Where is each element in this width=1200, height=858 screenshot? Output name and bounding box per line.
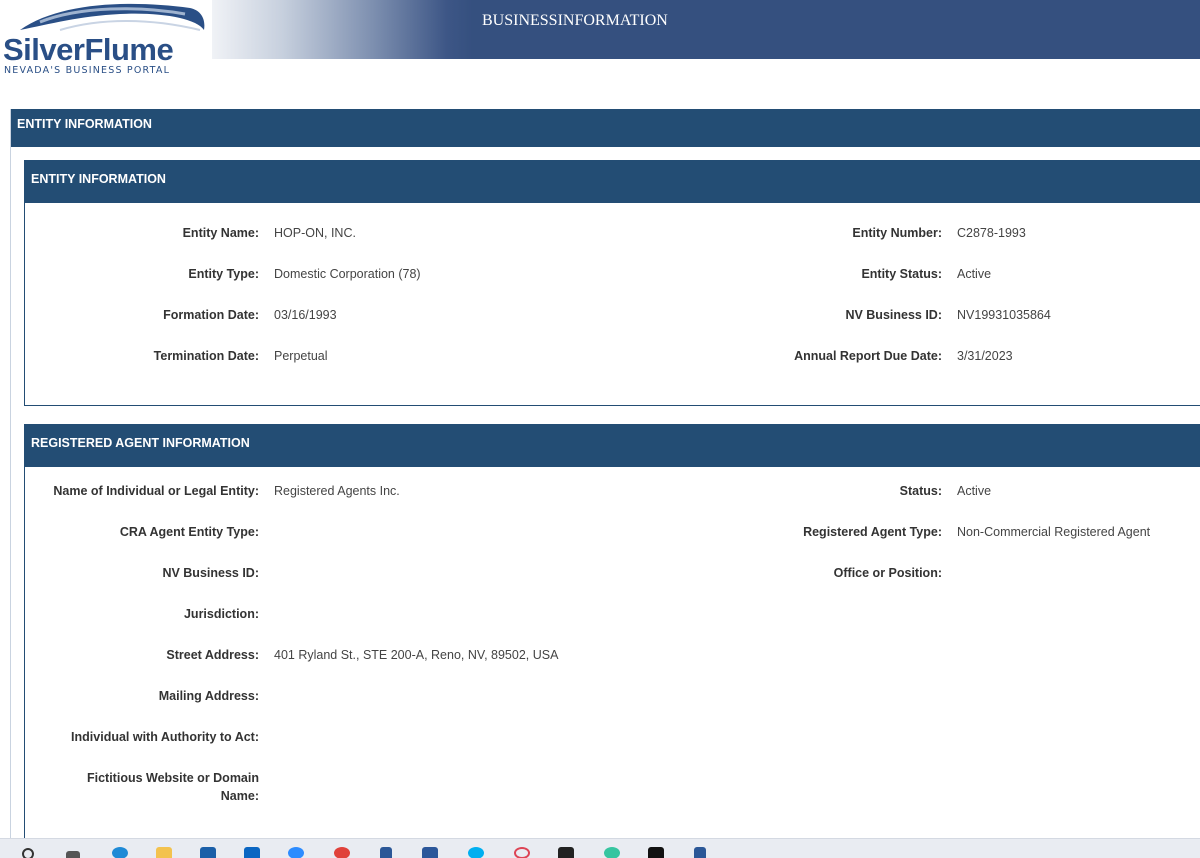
entity-status-label: Entity Status: bbox=[861, 267, 942, 281]
agent-name-value: Registered Agents Inc. bbox=[274, 484, 400, 498]
document-icon[interactable] bbox=[380, 847, 392, 858]
authority-to-act-label: Individual with Authority to Act: bbox=[71, 730, 259, 744]
street-address-value: 401 Ryland St., STE 200-A, Reno, NV, 895… bbox=[274, 648, 559, 662]
registered-agent-type-label: Registered Agent Type: bbox=[803, 525, 942, 539]
agent-status-value: Active bbox=[957, 484, 992, 498]
epic-icon[interactable] bbox=[648, 847, 664, 858]
website-domain-label-line1: Fictitious Website or Domain bbox=[86, 771, 259, 785]
registered-agent-type-value: Non-Commercial Registered Agent bbox=[957, 525, 1151, 539]
section-title: ENTITY INFORMATION bbox=[17, 117, 152, 131]
logo-subtitle: NEVADA'S BUSINESS PORTAL bbox=[4, 65, 171, 76]
mailing-address-label: Mailing Address: bbox=[158, 689, 259, 703]
panel-title: ENTITY INFORMATION bbox=[31, 172, 166, 186]
task-view-icon[interactable] bbox=[66, 851, 80, 858]
edge-icon[interactable] bbox=[112, 847, 128, 858]
page-header: SilverFlume NEVADA'S BUSINESS PORTAL BUS… bbox=[0, 0, 1200, 78]
slack-icon[interactable] bbox=[604, 847, 620, 858]
entity-name-value: HOP-ON, INC. bbox=[274, 226, 356, 240]
banner-title: BUSINESSINFORMATION bbox=[482, 12, 668, 29]
agent-status-label: Status: bbox=[899, 484, 942, 498]
entity-type-label: Entity Type: bbox=[188, 267, 259, 281]
registered-agent-panel: REGISTERED AGENT INFORMATION Name of Ind… bbox=[24, 424, 1200, 854]
street-address-label: Street Address: bbox=[166, 648, 259, 662]
panel-header: ENTITY INFORMATION bbox=[25, 161, 1200, 203]
chrome-icon[interactable] bbox=[334, 847, 350, 858]
entity-type-value: Domestic Corporation (78) bbox=[274, 267, 421, 281]
zoom-icon[interactable] bbox=[288, 847, 304, 858]
entity-status-value: Active bbox=[957, 267, 992, 281]
section-header: ENTITY INFORMATION bbox=[11, 109, 1200, 147]
panel-header: REGISTERED AGENT INFORMATION bbox=[25, 425, 1200, 467]
formation-date-value: 03/16/1993 bbox=[274, 308, 337, 322]
silverflume-logo[interactable]: SilverFlume NEVADA'S BUSINESS PORTAL bbox=[0, 0, 212, 78]
mail-icon[interactable] bbox=[200, 847, 216, 858]
header-banner: BUSINESSINFORMATION bbox=[212, 0, 1200, 59]
nv-business-id-value: NV19931035864 bbox=[957, 308, 1051, 322]
logo-title: SilverFlume bbox=[3, 32, 174, 67]
termination-date-value: Perpetual bbox=[274, 349, 328, 363]
windows-taskbar bbox=[0, 838, 1200, 858]
annual-report-due-label: Annual Report Due Date: bbox=[794, 349, 942, 363]
termination-date-label: Termination Date: bbox=[153, 349, 259, 363]
word-icon[interactable] bbox=[422, 847, 438, 858]
website-domain-label-line2: Name: bbox=[220, 789, 259, 803]
entity-number-label: Entity Number: bbox=[852, 226, 942, 240]
entity-name-label: Entity Name: bbox=[182, 226, 259, 240]
jurisdiction-label: Jurisdiction: bbox=[183, 607, 259, 621]
entity-information-panel: ENTITY INFORMATION Entity Name: HOP-ON, … bbox=[24, 160, 1200, 406]
panel-title: REGISTERED AGENT INFORMATION bbox=[31, 436, 250, 450]
search-icon[interactable] bbox=[22, 848, 34, 858]
document-icon[interactable] bbox=[694, 847, 706, 858]
app-icon[interactable] bbox=[558, 847, 574, 858]
formation-date-label: Formation Date: bbox=[163, 308, 259, 322]
outlook-icon[interactable] bbox=[244, 847, 260, 858]
skype-icon[interactable] bbox=[468, 847, 484, 858]
office-position-label: Office or Position: bbox=[833, 566, 942, 580]
annual-report-due-value: 3/31/2023 bbox=[957, 349, 1013, 363]
nv-business-id-label: NV Business ID: bbox=[845, 308, 942, 322]
agent-name-label: Name of Individual or Legal Entity: bbox=[53, 484, 259, 498]
app-icon[interactable] bbox=[514, 847, 530, 858]
agent-nv-business-id-label: NV Business ID: bbox=[162, 566, 259, 580]
cra-agent-entity-type-label: CRA Agent Entity Type: bbox=[119, 525, 259, 539]
entity-number-value: C2878-1993 bbox=[957, 226, 1026, 240]
file-explorer-icon[interactable] bbox=[156, 847, 172, 858]
